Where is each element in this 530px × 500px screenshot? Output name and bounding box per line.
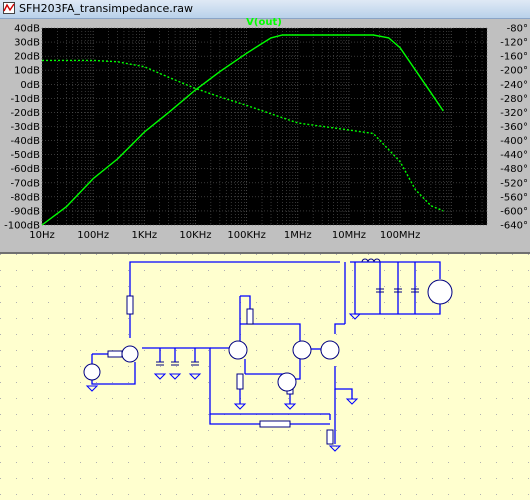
window-title: SFH203FA_transimpedance.raw [19, 2, 193, 15]
transistor-q4[interactable] [320, 340, 340, 360]
y-tick-label-right: -400° [500, 136, 528, 147]
y-tick-label-right: -560° [500, 192, 528, 203]
y-tick-label-right: -200° [500, 66, 528, 77]
y-tick-label-left: 0dB [20, 80, 40, 91]
y-tick-label-right: -120° [500, 38, 528, 49]
bode-plot[interactable]: 40dB 30dB 20dB 10dB 0dB -10dB -20dB -30dB -40dB -… [0, 18, 530, 250]
y-tick-label-right: -440° [500, 150, 528, 161]
y-tick-label-right: -160° [500, 52, 528, 63]
y-tick-label-right: -480° [500, 164, 528, 175]
y-tick-label-left: -70dB [10, 178, 40, 189]
x-tick-label: 10MHz [332, 230, 366, 241]
y-tick-label-left: -60dB [10, 164, 40, 175]
x-tick-label: 10Hz [29, 230, 55, 241]
y-tick-label-left: 20dB [14, 52, 40, 63]
resistor-r6[interactable] [326, 429, 334, 445]
voltage-source-v1[interactable] [427, 279, 453, 305]
y-tick-label-right: -640° [500, 221, 528, 232]
x-tick-label: 100MHz [380, 230, 420, 241]
y-tick-label-right: -600° [500, 206, 528, 217]
x-tick-label: 100KHz [227, 230, 265, 241]
y-tick-label-left: 30dB [14, 38, 40, 49]
y-tick-label-left: -90dB [10, 206, 40, 217]
transistor-q2[interactable] [292, 340, 312, 360]
y-tick-label-left: -10dB [10, 94, 40, 105]
y-tick-label-left: -40dB [10, 136, 40, 147]
waveform-viewer-window[interactable]: SFH203FA_transimpedance.raw 40dB 30dB 20dB… [0, 0, 530, 254]
resistor-r2[interactable] [246, 308, 254, 325]
y-tick-label-left: 10dB [14, 66, 40, 77]
resistor-r3[interactable] [236, 373, 244, 390]
y-tick-label-right: -80° [507, 24, 528, 35]
y-tick-label-right: -360° [500, 122, 528, 133]
y-tick-label-left: -20dB [10, 108, 40, 119]
y-tick-label-right: -280° [500, 94, 528, 105]
y-tick-label-right: -520° [500, 178, 528, 189]
y-tick-label-left: -80dB [10, 192, 40, 203]
x-tick-label: 10KHz [179, 230, 211, 241]
x-tick-label: 1KHz [131, 230, 157, 241]
schematic-view[interactable] [0, 254, 530, 500]
resistor-r1[interactable] [126, 295, 134, 315]
photodiode[interactable] [121, 345, 139, 363]
y-tick-label-left: 40dB [14, 24, 40, 35]
y-tick-label-left: -50dB [10, 150, 40, 161]
resistor-r5[interactable] [259, 420, 291, 428]
trace-label-vout[interactable]: V(out) [246, 18, 282, 28]
window-title-bar[interactable]: SFH203FA_transimpedance.raw [0, 0, 530, 19]
x-tick-label: 100Hz [77, 230, 109, 241]
y-tick-label-right: -240° [500, 80, 528, 91]
y-tick-label-right: -320° [500, 108, 528, 119]
voltage-source-v2[interactable] [83, 363, 101, 381]
waveform-app-icon [3, 2, 15, 14]
x-tick-label: 1MHz [284, 230, 312, 241]
transistor-q1[interactable] [228, 340, 248, 360]
y-tick-label-left: -30dB [10, 122, 40, 133]
resistor-r7[interactable] [107, 350, 123, 358]
transistor-q3[interactable] [277, 372, 297, 392]
